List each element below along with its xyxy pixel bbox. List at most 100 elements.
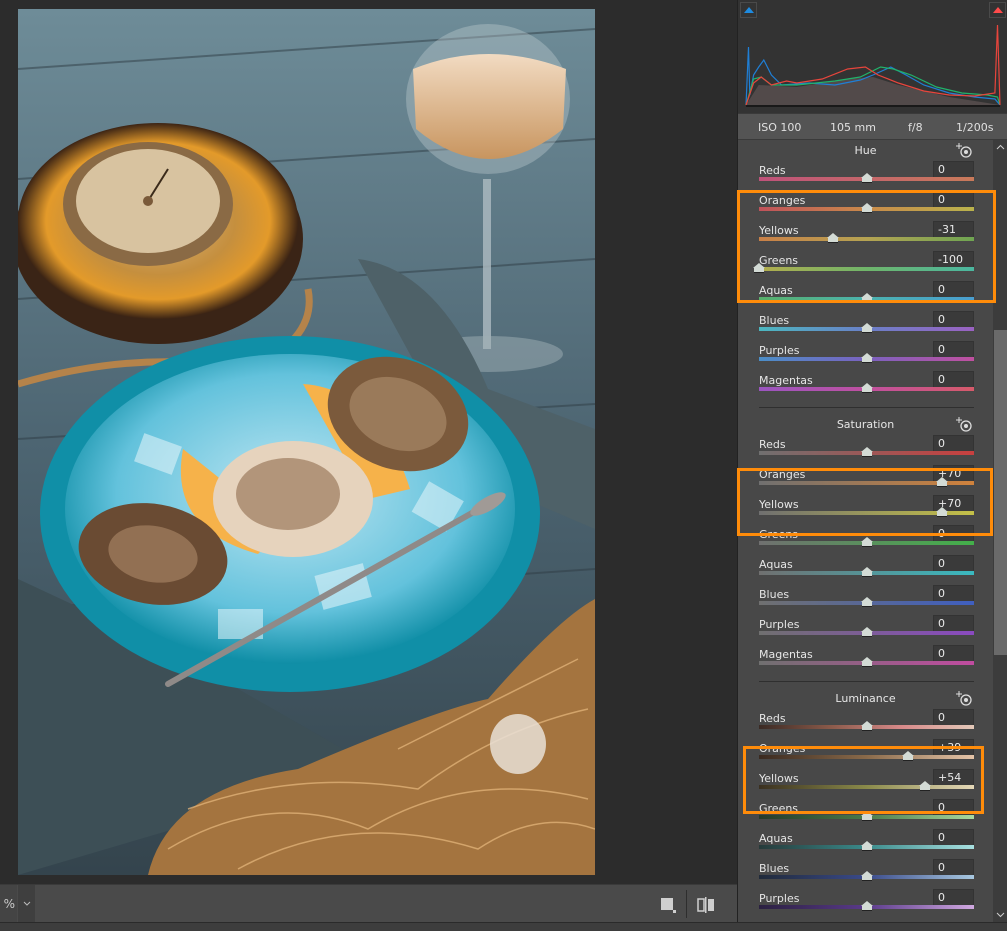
- slider-thumb[interactable]: [860, 871, 873, 881]
- slider-thumb[interactable]: [935, 507, 948, 517]
- targeted-adjustment-icon: [956, 143, 972, 158]
- slider-thumb[interactable]: [860, 537, 873, 547]
- slider-value-input[interactable]: [933, 615, 974, 632]
- saturation-greens-slider-row: Greens: [738, 525, 993, 558]
- slider-value-input[interactable]: [933, 371, 974, 388]
- slider-track[interactable]: [759, 237, 974, 241]
- slider-label: Yellows: [759, 224, 799, 237]
- slider-thumb[interactable]: [860, 841, 873, 851]
- slider-value-input[interactable]: [933, 709, 974, 726]
- slider-thumb[interactable]: [935, 477, 948, 487]
- hue-oranges-slider-row: Oranges: [738, 191, 993, 224]
- slider-value-input[interactable]: [933, 251, 974, 268]
- section-header-hue: Hue: [738, 142, 993, 162]
- luminance-yellows-slider-row: Yellows: [738, 769, 993, 802]
- camera-raw-window: % ISO 100 105 mm f/8 1/200s Hue Reds 0 O…: [0, 0, 1007, 931]
- hue-aquas-slider-row: Aquas: [738, 281, 993, 314]
- slider-value-input[interactable]: [933, 525, 974, 542]
- iso-value: ISO 100: [758, 121, 802, 134]
- saturation-reds-slider-row: Reds: [738, 435, 993, 468]
- luminance-greens-slider-row: Greens: [738, 799, 993, 832]
- before-after-toggle-button[interactable]: [697, 896, 715, 914]
- slider-value-input[interactable]: [933, 739, 974, 756]
- scroll-down-button[interactable]: [993, 907, 1007, 922]
- targeted-adjustment-tool-button[interactable]: [954, 416, 974, 434]
- slider-thumb[interactable]: [753, 263, 765, 273]
- slider-value-input[interactable]: [933, 435, 974, 452]
- slider-value-input[interactable]: [933, 311, 974, 328]
- zoom-dropdown-button[interactable]: [18, 885, 35, 923]
- slider-label: Reds: [759, 164, 786, 177]
- slider-thumb[interactable]: [860, 203, 873, 213]
- adjustments-panel: ISO 100 105 mm f/8 1/200s Hue Reds Oranges…: [737, 0, 1007, 922]
- preview-view-mode-button[interactable]: [660, 897, 676, 913]
- oysters-photo-illustration: [18, 9, 595, 875]
- hue-purples-slider-row: Purples: [738, 341, 993, 374]
- slider-label: Purples: [759, 344, 800, 357]
- slider-track[interactable]: [759, 785, 974, 789]
- slider-thumb[interactable]: [860, 383, 873, 393]
- saturation-purples-slider-row: Purples: [738, 615, 993, 648]
- slider-track[interactable]: [759, 755, 974, 759]
- slider-thumb[interactable]: [860, 657, 873, 667]
- slider-value-input[interactable]: [933, 799, 974, 816]
- slider-thumb[interactable]: [860, 447, 873, 457]
- section-header-luminance: Luminance: [738, 690, 993, 710]
- slider-thumb[interactable]: [860, 597, 873, 607]
- scrollbar-thumb[interactable]: [994, 330, 1007, 655]
- scroll-up-button[interactable]: [993, 140, 1007, 155]
- slider-value-input[interactable]: [933, 645, 974, 662]
- saturation-aquas-slider-row: Aquas: [738, 555, 993, 588]
- slider-value-input[interactable]: [933, 859, 974, 876]
- luminance-oranges-slider-row: Oranges: [738, 739, 993, 772]
- slider-value-input[interactable]: [933, 585, 974, 602]
- slider-thumb[interactable]: [860, 173, 873, 183]
- slider-value-input[interactable]: [933, 889, 974, 906]
- slider-label: Greens: [759, 802, 799, 815]
- slider-label: Aquas: [759, 558, 793, 571]
- targeted-adjustment-tool-button[interactable]: [954, 142, 974, 160]
- saturation-blues-slider-row: Blues: [738, 585, 993, 618]
- saturation-oranges-slider-row: Oranges: [738, 465, 993, 498]
- chevron-down-icon: [23, 901, 30, 906]
- slider-thumb[interactable]: [860, 567, 873, 577]
- slider-value-input[interactable]: [933, 221, 974, 238]
- luminance-blues-slider-row: Blues: [738, 859, 993, 892]
- slider-thumb[interactable]: [860, 721, 873, 731]
- slider-thumb[interactable]: [860, 353, 873, 363]
- hue-yellows-slider-row: Yellows: [738, 221, 993, 254]
- slider-value-input[interactable]: [933, 829, 974, 846]
- saturation-yellows-slider-row: Yellows: [738, 495, 993, 528]
- slider-thumb[interactable]: [860, 811, 873, 821]
- slider-value-input[interactable]: [933, 161, 974, 178]
- slider-label: Oranges: [759, 468, 806, 481]
- zoom-level-field[interactable]: %: [0, 885, 17, 923]
- panel-scrollbar[interactable]: [993, 140, 1007, 922]
- slider-thumb[interactable]: [860, 323, 873, 333]
- slider-thumb[interactable]: [918, 781, 931, 791]
- slider-label: Oranges: [759, 742, 806, 755]
- slider-value-input[interactable]: [933, 555, 974, 572]
- slider-thumb[interactable]: [860, 627, 873, 637]
- slider-thumb[interactable]: [860, 901, 873, 911]
- luminance-aquas-slider-row: Aquas: [738, 829, 993, 862]
- slider-value-input[interactable]: [933, 281, 974, 298]
- targeted-adjustment-tool-button[interactable]: [954, 690, 974, 708]
- slider-label: Greens: [759, 528, 799, 541]
- luminance-purples-slider-row: Purples: [738, 889, 993, 922]
- slider-thumb[interactable]: [827, 233, 840, 243]
- slider-value-input[interactable]: [933, 341, 974, 358]
- hsl-adjustments: HueRedsOrangesYellowsGreensAquasBluesPur…: [738, 140, 993, 922]
- slider-label: Yellows: [759, 772, 799, 785]
- histogram: [738, 0, 1007, 113]
- section-divider: [759, 407, 974, 408]
- targeted-adjustment-icon: [956, 691, 972, 706]
- slider-thumb[interactable]: [902, 751, 915, 761]
- slider-value-input[interactable]: [933, 191, 974, 208]
- before-after-split-icon: [697, 897, 714, 913]
- slider-track[interactable]: [759, 267, 974, 271]
- slider-value-input[interactable]: [933, 769, 974, 786]
- slider-thumb[interactable]: [860, 293, 873, 303]
- slider-label: Blues: [759, 588, 790, 601]
- footer-divider: [686, 890, 687, 918]
